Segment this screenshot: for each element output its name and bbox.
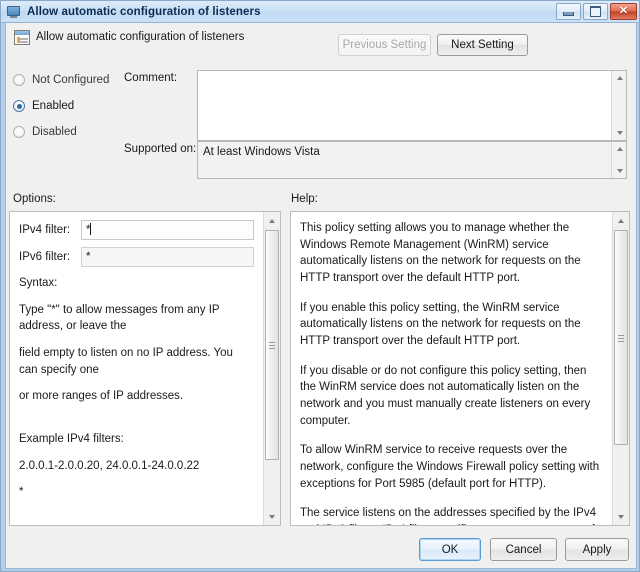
help-label: Help: — [291, 193, 318, 205]
close-icon: ✕ — [618, 5, 629, 17]
radio-not-configured-indicator — [13, 74, 25, 86]
next-setting-button[interactable]: Next Setting — [437, 34, 528, 56]
radio-disabled-label: Disabled — [32, 126, 77, 138]
example-value-2: * — [19, 486, 24, 499]
ok-button[interactable]: OK — [419, 538, 481, 561]
help-paragraph-4: To allow WinRM service to receive reques… — [300, 444, 600, 490]
help-scroll-up-icon[interactable] — [613, 212, 629, 229]
comment-scroll-up-icon[interactable] — [612, 71, 626, 85]
radio-enabled-label: Enabled — [32, 100, 75, 112]
help-scrollbar[interactable] — [612, 212, 629, 525]
help-paragraph-2: If you enable this policy setting, the W… — [300, 301, 581, 348]
title-bar[interactable]: Allow automatic configuration of listene… — [1, 1, 639, 23]
radio-disabled[interactable]: Disabled — [13, 126, 77, 138]
options-content: IPv4 filter: * IPv6 filter: * Syntax: Ty… — [10, 212, 263, 525]
ipv6-filter-label: IPv6 filter: — [19, 250, 71, 263]
options-spacer — [19, 415, 254, 431]
policy-setting-dialog: Allow automatic configuration of listene… — [0, 0, 640, 572]
text-caret — [90, 223, 92, 235]
comment-scroll-down-icon[interactable] — [612, 126, 626, 140]
radio-enabled[interactable]: Enabled — [13, 100, 74, 112]
options-label: Options: — [13, 193, 56, 205]
caption-buttons: ✕ — [556, 3, 637, 20]
syntax-line-3: or more ranges of IP addresses. — [19, 390, 184, 403]
comment-scrollbar[interactable] — [611, 71, 626, 140]
syntax-line-1: Type "*" to allow messages from any IP a… — [19, 303, 220, 333]
supported-on-value: At least Windows Vista — [203, 146, 320, 158]
supported-on-scroll-down-icon[interactable] — [612, 164, 626, 178]
maximize-icon — [590, 6, 601, 17]
help-paragraph-5: The service listens on the addresses spe… — [300, 507, 596, 525]
example-value-1: 2.0.0.1-2.0.0.20, 24.0.0.1-24.0.0.22 — [19, 459, 200, 472]
comment-value — [198, 71, 626, 79]
previous-setting-button[interactable]: Previous Setting — [338, 34, 431, 56]
minimize-button[interactable] — [556, 3, 581, 20]
ipv6-filter-value: * — [86, 251, 91, 263]
supported-on-scrollbar[interactable] — [611, 142, 626, 178]
radio-not-configured[interactable]: Not Configured — [13, 74, 109, 86]
comment-textarea[interactable] — [197, 70, 627, 141]
help-paragraph-1: This policy setting allows you to manage… — [300, 222, 581, 285]
cancel-button[interactable]: Cancel — [490, 538, 557, 561]
group-policy-setting-icon — [14, 30, 30, 46]
close-button[interactable]: ✕ — [610, 3, 637, 20]
scroll-thumb-grip-icon — [269, 342, 275, 349]
help-content: This policy setting allows you to manage… — [291, 212, 612, 525]
ipv4-filter-label: IPv4 filter: — [19, 223, 71, 236]
radio-not-configured-label: Not Configured — [32, 74, 110, 86]
options-scroll-down-icon[interactable] — [264, 508, 280, 525]
comment-label: Comment: — [124, 72, 178, 84]
monitor-icon — [6, 4, 22, 20]
supported-on-label: Supported on: — [124, 143, 197, 155]
help-scroll-down-icon[interactable] — [613, 508, 629, 525]
maximize-button[interactable] — [583, 3, 608, 20]
examples-heading: Example IPv4 filters: — [19, 433, 124, 446]
help-scroll-thumb[interactable] — [614, 230, 628, 445]
options-scroll-up-icon[interactable] — [264, 212, 280, 229]
window-title: Allow automatic configuration of listene… — [27, 5, 261, 18]
dialog-header: Allow automatic configuration of listene… — [6, 24, 636, 63]
radio-enabled-indicator — [13, 100, 25, 112]
supported-on-scroll-up-icon[interactable] — [612, 142, 626, 156]
options-spacer-2 — [19, 511, 254, 525]
policy-setting-title: Allow automatic configuration of listene… — [36, 31, 245, 43]
ipv6-filter-input[interactable]: * — [81, 247, 254, 267]
ipv6-filter-row: IPv6 filter: * — [19, 247, 254, 267]
help-paragraph-3: If you disable or do not configure this … — [300, 364, 591, 427]
ipv4-filter-row: IPv4 filter: * — [19, 220, 254, 240]
minimize-icon — [563, 11, 574, 16]
options-scrollbar[interactable] — [263, 212, 280, 525]
help-scroll-thumb-grip-icon — [618, 334, 624, 342]
options-panel: IPv4 filter: * IPv6 filter: * Syntax: Ty… — [9, 211, 281, 526]
syntax-line-2: field empty to listen on no IP address. … — [19, 347, 233, 376]
ipv4-filter-input[interactable]: * — [81, 220, 254, 240]
syntax-heading: Syntax: — [19, 277, 58, 289]
radio-disabled-indicator — [13, 126, 25, 138]
help-panel: This policy setting allows you to manage… — [290, 211, 630, 526]
apply-button[interactable]: Apply — [565, 538, 629, 561]
supported-on-textarea: At least Windows Vista — [197, 141, 627, 179]
options-scroll-thumb[interactable] — [265, 230, 279, 460]
